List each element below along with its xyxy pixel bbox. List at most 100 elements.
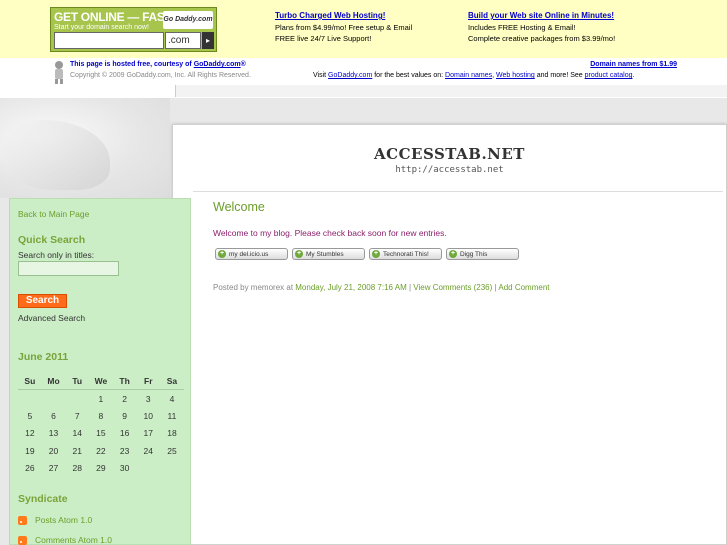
delicious-bookmark-button[interactable]: + my del.icio.us — [215, 248, 288, 260]
web-hosting-link[interactable]: Web hosting — [496, 72, 535, 79]
calendar-day: 22 — [96, 445, 106, 456]
calendar-day: 30 — [119, 463, 130, 474]
quick-search-heading: Quick Search — [18, 234, 86, 246]
calendar-day: 21 — [72, 445, 82, 456]
calendar-day-header: Su — [24, 375, 36, 386]
calendar-day: 18 — [167, 428, 177, 439]
calendar-day: 8 — [98, 410, 104, 421]
product-catalog-link[interactable]: product catalog — [585, 72, 633, 79]
hosting-ad-line2: FREE live 24/7 Live Support! — [275, 34, 372, 43]
add-comment-link[interactable]: Add Comment — [498, 283, 549, 292]
plus-icon: + — [295, 250, 303, 258]
godaddy-headline: GET ONLINE — FAST! — [54, 10, 176, 24]
posts-atom-feed-link[interactable]: Posts Atom 1.0 — [18, 515, 92, 525]
technorati-bookmark-button[interactable]: + Technorati This! — [369, 248, 442, 260]
calendar-day-header: Sa — [166, 375, 178, 386]
plus-icon: + — [449, 250, 457, 258]
website-builder-ad-link[interactable]: Build your Web site Online in Minutes! — [468, 10, 615, 21]
calendar-day: 9 — [122, 410, 127, 421]
calendar-heading: June 2011 — [18, 351, 69, 363]
view-comments-link[interactable]: View Comments (236) — [413, 283, 492, 292]
calendar-day: 15 — [96, 428, 106, 439]
comments-atom-feed-link[interactable]: Comments Atom 1.0 — [18, 535, 112, 545]
calendar-day: 16 — [119, 428, 130, 439]
stumbleupon-bookmark-button[interactable]: + My Stumbles — [292, 248, 365, 260]
calendar-day: 2 — [112, 389, 137, 407]
godaddy-logo[interactable]: Go Daddy.com — [163, 11, 213, 29]
calendar-day: 26 — [25, 463, 35, 474]
copyright-text: Copyright © 2009 GoDaddy.com, Inc. All R… — [70, 72, 251, 79]
hosted-courtesy-text: This page is hosted free, courtesy of Go… — [70, 61, 246, 68]
blog-url: http://accesstab.net — [395, 165, 504, 175]
card-top-edge — [175, 85, 727, 97]
calendar-day — [160, 460, 184, 478]
godaddy-link[interactable]: GoDaddy.com — [328, 72, 372, 79]
calendar-day — [65, 389, 90, 407]
calendar-day: 23 — [119, 445, 130, 456]
calendar-day: 12 — [25, 428, 35, 439]
search-button[interactable]: Search — [18, 294, 67, 308]
posts-atom-label: Posts Atom 1.0 — [35, 515, 93, 525]
domain-names-promo-link[interactable]: Domain names from $1.99 — [590, 61, 677, 68]
visit-godaddy-text: Visit GoDaddy.com for the best values on… — [313, 72, 634, 79]
domain-search-input[interactable] — [54, 32, 164, 49]
syndicate-heading: Syndicate — [18, 493, 68, 505]
calendar-day — [18, 389, 42, 407]
website-builder-ad-line2: Complete creative packages from $3.99/mo… — [468, 34, 616, 43]
delicious-label: my del.icio.us — [229, 250, 269, 258]
plus-icon: + — [218, 250, 226, 258]
godaddy-courtesy-link[interactable]: GoDaddy.com — [194, 61, 241, 68]
digg-label: Digg This — [460, 250, 488, 258]
tld-dropdown-go-button[interactable]: ▸ — [202, 32, 214, 49]
godaddy-mascot-icon — [55, 61, 63, 84]
post-meta: Posted by memorex at Monday, July 21, 20… — [213, 283, 550, 292]
calendar-day — [136, 460, 160, 478]
calendar-day: 14 — [72, 428, 82, 439]
comments-atom-label: Comments Atom 1.0 — [35, 535, 113, 545]
calendar: Su Mo Tu We Th Fr Sa 1 2 3 4 5 6 7 8 9 1… — [18, 372, 184, 477]
calendar-day: 10 — [143, 410, 154, 421]
visit-mid2: and more! See — [534, 72, 585, 79]
calendar-day — [41, 389, 66, 407]
website-builder-ad: Build your Web site Online in Minutes! I… — [468, 10, 615, 44]
hosting-ad-link[interactable]: Turbo Charged Web Hosting! — [275, 10, 412, 21]
quick-search-input[interactable] — [18, 261, 119, 276]
calendar-day-header: Tu — [72, 375, 83, 386]
calendar-day: 29 — [96, 463, 106, 474]
back-to-main-link[interactable]: Back to Main Page — [18, 209, 89, 219]
bookmark-buttons: + my del.icio.us + My Stumbles + Technor… — [215, 248, 519, 260]
sidebar: Back to Main Page Quick Search Search on… — [9, 198, 191, 545]
calendar-day: 6 — [51, 410, 56, 421]
post-title[interactable]: Welcome — [213, 200, 265, 214]
advanced-search-link[interactable]: Advanced Search — [18, 313, 85, 323]
rss-feed-icon — [18, 515, 27, 525]
top-ad-banner: GET ONLINE — FAST! Start your domain sea… — [0, 0, 727, 58]
tld-select[interactable]: .com — [165, 32, 201, 49]
stumbles-label: My Stumbles — [306, 250, 344, 258]
calendar-day: 28 — [72, 463, 82, 474]
domain-names-link[interactable]: Domain names — [445, 72, 492, 79]
calendar-day: 4 — [160, 389, 184, 407]
calendar-day-header: Th — [119, 375, 130, 386]
blog-title[interactable]: ACCESSTAB.NET — [173, 145, 726, 163]
post-date-link[interactable]: Monday, July 21, 2008 7:16 AM — [295, 283, 406, 292]
calendar-day: 24 — [143, 445, 154, 456]
calendar-day-header: Fr — [144, 375, 153, 386]
calendar-day: 19 — [25, 445, 35, 456]
hosting-ad: Turbo Charged Web Hosting! Plans from $4… — [275, 10, 412, 44]
website-builder-ad-line1: Includes FREE Hosting & Email! — [468, 23, 576, 32]
calendar-day: 25 — [167, 445, 177, 456]
main-content-card: ACCESSTAB.NET http://accesstab.net Welco… — [172, 124, 727, 545]
calendar-day: 17 — [143, 428, 154, 439]
post-body: Welcome to my blog. Please check back so… — [213, 228, 447, 238]
calendar-day-header: We — [94, 375, 108, 386]
calendar-day: 11 — [167, 410, 177, 421]
visit-mid: for the best values on: — [372, 72, 446, 79]
visit-prefix: Visit — [313, 72, 329, 79]
digg-bookmark-button[interactable]: + Digg This — [446, 248, 519, 260]
calendar-day-header: Mo — [47, 375, 60, 386]
header-divider — [193, 191, 723, 192]
calendar-day: 20 — [48, 445, 59, 456]
godaddy-search-ad: GET ONLINE — FAST! Start your domain sea… — [50, 7, 217, 52]
posted-by-text: Posted by memorex at — [213, 283, 296, 292]
